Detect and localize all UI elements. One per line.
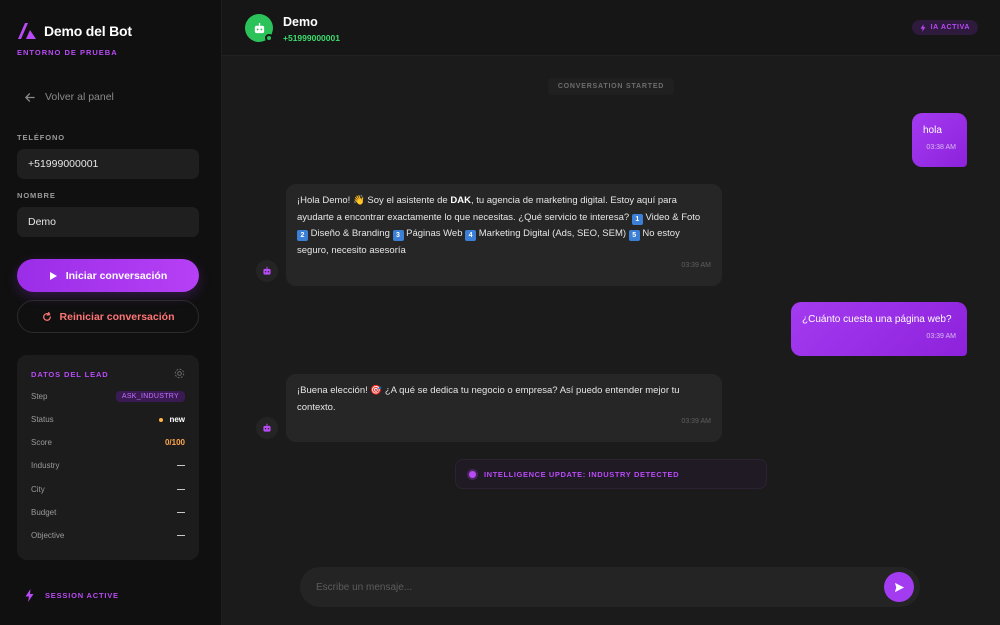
keycap-5-icon: 5 bbox=[628, 230, 640, 241]
phone-input[interactable] bbox=[17, 149, 199, 179]
robot-icon bbox=[263, 423, 271, 432]
brand-subtitle: ENTORNO DE PRUEBA bbox=[17, 48, 118, 57]
message-bubble-bot: ¡Hola Demo! 👋 Soy el asistente de DAK, t… bbox=[286, 184, 722, 286]
lead-data-card: DATOS DEL LEAD Step ASK_INDUSTRY Status … bbox=[17, 355, 199, 560]
message-bubble-user: hola 03:38 AM bbox=[912, 113, 967, 167]
lead-row-objective: Objective — bbox=[31, 531, 185, 540]
name-label: NOMBRE bbox=[17, 191, 56, 200]
keycap-3-icon: 3 bbox=[392, 230, 404, 241]
message-time: 03:39 AM bbox=[681, 417, 711, 425]
intelligence-update-banner: INTELLIGENCE UPDATE: INDUSTRY DETECTED bbox=[455, 459, 767, 489]
lightning-icon bbox=[25, 589, 34, 602]
brand-title: Demo del Bot bbox=[44, 23, 132, 39]
budget-value: — bbox=[177, 508, 185, 517]
status-value: new bbox=[159, 415, 185, 424]
name-input[interactable] bbox=[17, 207, 199, 237]
sidebar: Demo del Bot ENTORNO DE PRUEBA Volver al… bbox=[0, 0, 222, 625]
status-dot bbox=[159, 417, 164, 422]
ia-badge-label: IA ACTIVA bbox=[930, 24, 970, 31]
message-text: ¿Cuánto cuesta una página web? bbox=[802, 314, 952, 325]
session-label: SESSION ACTIVE bbox=[45, 591, 119, 600]
step-badge: ASK_INDUSTRY bbox=[115, 391, 185, 402]
message-input[interactable] bbox=[316, 577, 856, 597]
option-text: Páginas Web bbox=[406, 228, 463, 239]
chat-area[interactable]: CONVERSATION STARTED hola 03:38 AM ¡Hola… bbox=[222, 56, 1000, 625]
gear-icon[interactable] bbox=[174, 368, 185, 379]
logo-icon bbox=[18, 23, 36, 39]
lead-row-label: Budget bbox=[31, 508, 57, 517]
option-text: Marketing Digital (Ads, SEO, SEM) bbox=[478, 228, 627, 239]
message-bubble-bot: ¡Buena elección! 🎯 ¿A qué se dedica tu n… bbox=[286, 374, 722, 442]
lead-row-industry: Industry — bbox=[31, 461, 185, 470]
status-text: new bbox=[169, 415, 185, 424]
option-text: Video & Foto bbox=[645, 211, 701, 223]
lead-row-score: Score 0/100 bbox=[31, 438, 185, 447]
restart-conversation-label: Reiniciar conversación bbox=[59, 310, 175, 323]
back-to-panel-link[interactable]: Volver al panel bbox=[24, 91, 114, 103]
back-label: Volver al panel bbox=[45, 91, 114, 103]
robot-icon bbox=[263, 266, 271, 275]
message-text-part: ¡Hola Demo! 👋 Soy el asistente de bbox=[297, 195, 451, 206]
lead-row-status: Status new bbox=[31, 415, 185, 424]
bot-avatar bbox=[256, 417, 278, 439]
conversation-started-divider: CONVERSATION STARTED bbox=[548, 78, 674, 95]
lead-row-label: Step bbox=[31, 392, 48, 401]
message-text: ¡Hola Demo! 👋 Soy el asistente de DAK, t… bbox=[297, 193, 711, 259]
lead-row-budget: Budget — bbox=[31, 508, 185, 517]
message-time: 03:39 AM bbox=[681, 261, 711, 269]
online-indicator bbox=[265, 34, 273, 42]
robot-icon bbox=[254, 22, 264, 33]
keycap-4-icon: 4 bbox=[465, 230, 477, 241]
lead-row-label: Objective bbox=[31, 531, 65, 540]
send-button[interactable] bbox=[884, 572, 914, 602]
option-text: Diseño & Branding bbox=[310, 228, 390, 239]
score-value: 0/100 bbox=[164, 438, 185, 447]
brand-name: DAK bbox=[450, 195, 471, 206]
city-value: — bbox=[177, 485, 185, 494]
bot-avatar bbox=[256, 260, 278, 282]
chat-header: Demo +51999000001 IA ACTIVA bbox=[222, 0, 1000, 56]
message-bubble-user: ¿Cuánto cuesta una página web? 03:39 AM bbox=[791, 302, 967, 356]
lead-row-step: Step ASK_INDUSTRY bbox=[31, 391, 185, 402]
start-conversation-label: Iniciar conversación bbox=[65, 269, 168, 282]
message-text: ¡Buena elección! 🎯 ¿A qué se dedica tu n… bbox=[297, 385, 680, 413]
message-text: hola bbox=[923, 125, 942, 136]
play-icon bbox=[49, 271, 57, 280]
lightning-icon bbox=[920, 23, 926, 32]
message-time: 03:38 AM bbox=[926, 144, 956, 151]
restart-conversation-button[interactable]: Reiniciar conversación bbox=[17, 300, 199, 333]
phone-label: TELÉFONO bbox=[17, 133, 66, 142]
refresh-icon bbox=[42, 311, 51, 321]
lead-row-label: Industry bbox=[31, 461, 60, 470]
intelligence-dot bbox=[469, 470, 476, 478]
contact-name: Demo bbox=[283, 15, 318, 29]
message-time: 03:39 AM bbox=[926, 333, 956, 340]
keycap-1-icon: 1 bbox=[631, 213, 643, 225]
contact-phone: +51999000001 bbox=[283, 33, 340, 43]
objective-value: — bbox=[177, 531, 185, 540]
lead-row-label: City bbox=[31, 485, 45, 494]
session-status: SESSION ACTIVE bbox=[24, 589, 119, 602]
lead-row-label: Score bbox=[31, 438, 52, 447]
lead-row-city: City — bbox=[31, 485, 185, 494]
brand: Demo del Bot bbox=[17, 22, 132, 40]
intelligence-update-text: INTELLIGENCE UPDATE: INDUSTRY DETECTED bbox=[484, 469, 680, 479]
message-composer bbox=[300, 567, 920, 607]
start-conversation-button[interactable]: Iniciar conversación bbox=[17, 259, 199, 292]
send-icon bbox=[894, 582, 904, 592]
ia-active-badge: IA ACTIVA bbox=[911, 20, 978, 35]
keycap-2-icon: 2 bbox=[297, 230, 308, 241]
industry-value: — bbox=[177, 461, 185, 470]
lead-card-title: DATOS DEL LEAD bbox=[31, 370, 109, 379]
arrow-left-icon bbox=[25, 92, 35, 102]
lead-row-label: Status bbox=[31, 415, 54, 424]
